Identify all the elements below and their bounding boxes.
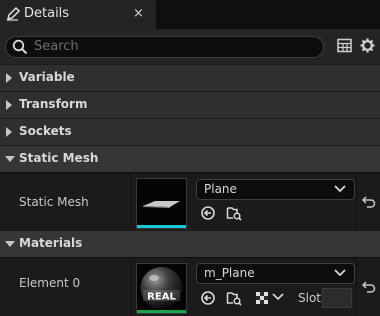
find-in-browser-icon[interactable] [226, 290, 242, 306]
details-tab[interactable]: Details × [0, 0, 156, 29]
section-label: Sockets [19, 124, 72, 138]
chevron-down-icon[interactable] [272, 292, 284, 302]
static-mesh-row: Static Mesh Plane [0, 172, 380, 230]
reset-to-default-icon[interactable] [361, 279, 377, 295]
plane-mesh-preview [143, 201, 180, 208]
static-mesh-value: Plane [204, 182, 237, 196]
collapse-arrow-icon [5, 241, 15, 247]
details-toolbar: Search [0, 29, 380, 64]
section-transform[interactable]: Transform [0, 91, 380, 118]
section-materials[interactable]: Materials [0, 230, 380, 257]
expand-arrow-icon [6, 73, 12, 83]
expand-arrow-icon [6, 100, 12, 110]
search-input[interactable]: Search [5, 36, 324, 58]
chevron-down-icon [334, 185, 346, 193]
material-combo[interactable]: m_Plane [196, 263, 355, 284]
find-in-browser-icon[interactable] [226, 205, 242, 221]
material-value: m_Plane [204, 266, 255, 280]
asset-type-bar [137, 310, 186, 313]
reset-to-default-icon[interactable] [361, 194, 377, 210]
search-icon [12, 39, 28, 55]
static-mesh-thumbnail[interactable] [136, 178, 187, 229]
chevron-down-icon [334, 269, 346, 277]
section-label: Static Mesh [19, 151, 99, 165]
checker-icon[interactable] [254, 290, 270, 306]
search-placeholder: Search [34, 39, 79, 54]
section-label: Transform [19, 97, 88, 111]
pencil-icon [6, 6, 21, 21]
asset-type-bar [137, 225, 186, 228]
section-label: Materials [19, 236, 83, 250]
material-thumb-text: REAL [147, 292, 176, 303]
material-element-row: Element 0 REAL m_Plane Slot [0, 257, 380, 316]
close-icon[interactable]: × [133, 6, 144, 21]
browse-arrow-icon[interactable] [200, 205, 216, 221]
section-sockets[interactable]: Sockets [0, 118, 380, 145]
gear-icon[interactable] [359, 37, 376, 54]
section-variable[interactable]: Variable [0, 64, 380, 91]
static-mesh-label: Static Mesh [19, 195, 89, 209]
material-sphere-preview: REAL [140, 267, 183, 309]
tab-bar: Details × [0, 0, 380, 29]
slot-label: Slot [298, 291, 321, 305]
section-label: Variable [19, 70, 75, 84]
expand-arrow-icon [6, 127, 12, 137]
browse-arrow-icon[interactable] [200, 290, 216, 306]
tab-title: Details [24, 6, 70, 21]
material-thumbnail[interactable]: REAL [136, 263, 187, 314]
table-view-icon[interactable] [336, 37, 353, 54]
collapse-arrow-icon [5, 156, 15, 162]
static-mesh-combo[interactable]: Plane [196, 179, 355, 200]
slot-field[interactable] [322, 288, 352, 308]
element-0-label: Element 0 [19, 276, 81, 290]
section-static-mesh[interactable]: Static Mesh [0, 145, 380, 172]
